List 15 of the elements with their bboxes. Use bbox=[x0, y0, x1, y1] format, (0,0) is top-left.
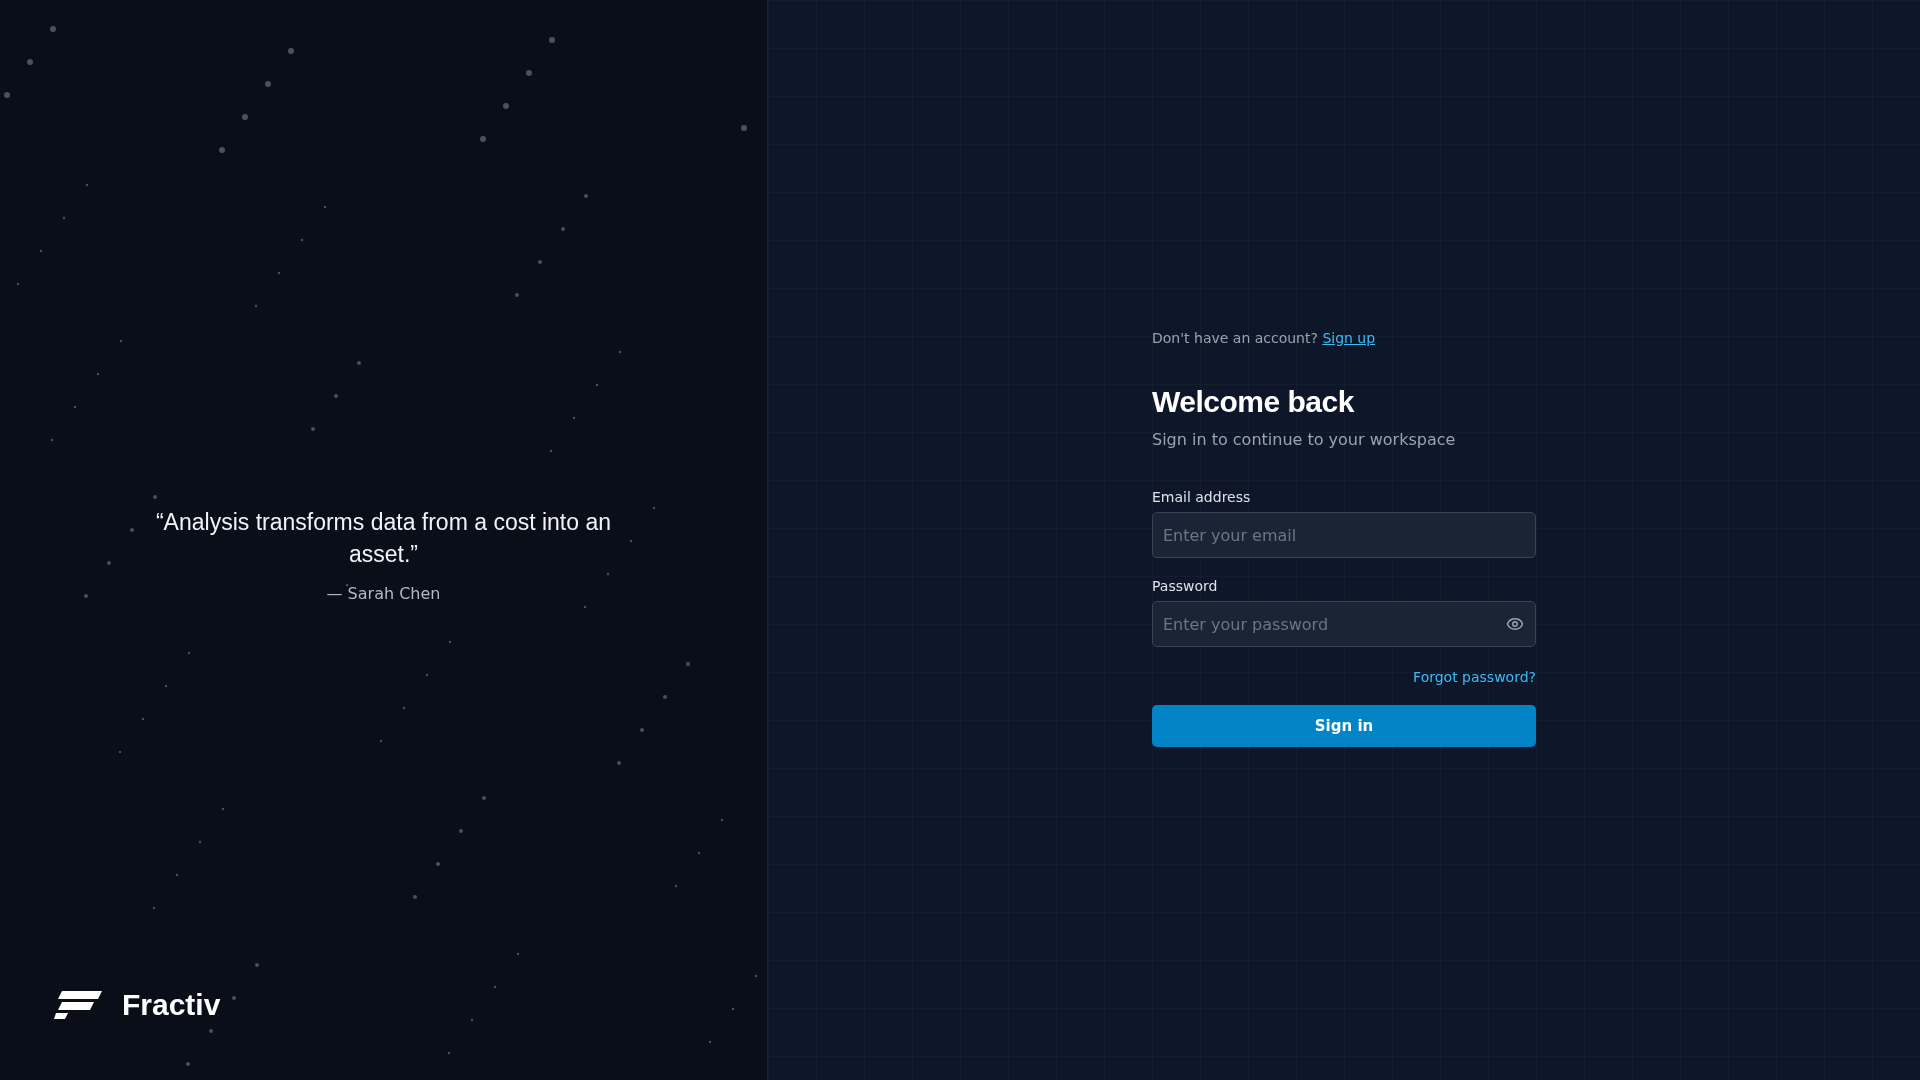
logo-icon bbox=[54, 991, 102, 1019]
quote-author: — Sarah Chen bbox=[326, 583, 441, 603]
email-field[interactable]: Enter your email bbox=[1152, 512, 1536, 558]
page-subtitle: Sign in to continue to your workspace bbox=[1152, 430, 1457, 449]
page-heading: Welcome back bbox=[1152, 384, 1355, 420]
brand-name: Fractiv bbox=[122, 988, 221, 1022]
eye-icon[interactable] bbox=[1506, 615, 1524, 633]
signup-link[interactable]: Sign up bbox=[1322, 330, 1376, 346]
signup-prompt: Don't have an account? Sign up bbox=[1152, 329, 1377, 348]
quote-text: “Analysis transforms data from a cost into an asset.” bbox=[154, 507, 613, 569]
field-label: Password bbox=[1152, 578, 1219, 594]
field-label: Email address bbox=[1152, 489, 1252, 505]
sign-in-button[interactable]: Sign in bbox=[1152, 705, 1536, 747]
forgot-password-link[interactable]: Forgot password? bbox=[1413, 669, 1536, 685]
password-field[interactable]: Enter your password bbox=[1152, 601, 1536, 647]
